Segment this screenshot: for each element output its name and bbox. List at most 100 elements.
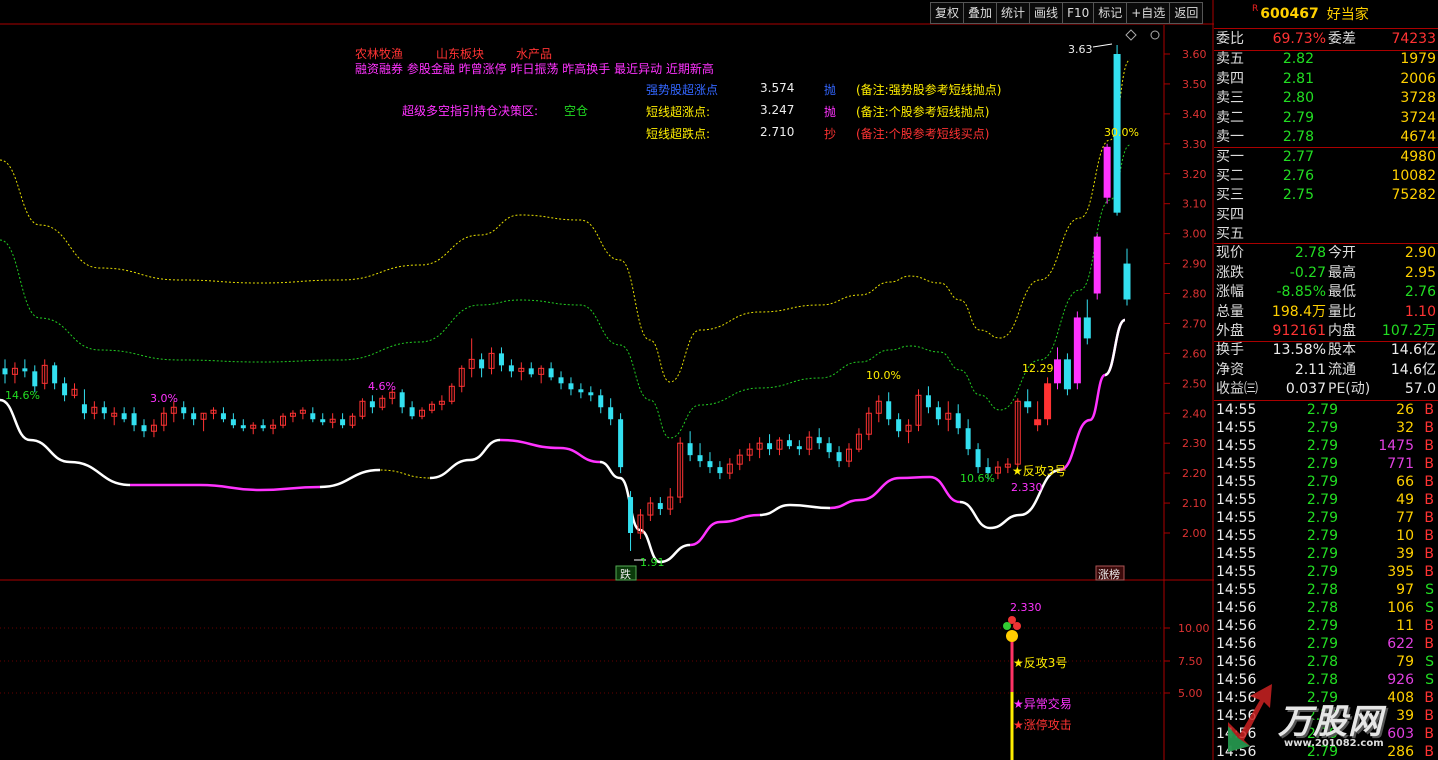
- tick-side: S: [1425, 582, 1434, 598]
- candle: [518, 362, 525, 381]
- fund-label-right: 流通: [1328, 361, 1356, 378]
- bid-row[interactable]: 买四: [1214, 206, 1438, 225]
- candle: [806, 431, 813, 456]
- ask-row[interactable]: 卖一 2.78 4674: [1214, 128, 1438, 147]
- signal-action: 抛: [824, 83, 837, 97]
- tick-side: B: [1424, 492, 1434, 508]
- tick-volume: 10: [1396, 528, 1414, 544]
- toolbar-button-3[interactable]: 画线: [1029, 2, 1063, 24]
- quote-row: 涨幅 -8.85% 最低 2.76: [1214, 283, 1438, 302]
- quote-value-right: 107.2万: [1381, 323, 1436, 339]
- candle: [598, 389, 604, 414]
- circle-icon[interactable]: [1150, 30, 1160, 40]
- candle: [101, 401, 107, 420]
- quote-label-right: 量比: [1328, 303, 1356, 320]
- fund-label-left: 换手: [1216, 342, 1244, 358]
- tick-volume: 395: [1387, 564, 1414, 580]
- signal-label: 短线超跌点:: [646, 127, 711, 141]
- candle: [191, 407, 197, 426]
- tick-price: 2.79: [1306, 546, 1338, 562]
- ask-row[interactable]: 卖二 2.79 3724: [1214, 109, 1438, 128]
- quote-panel: R 600467 好当家 委比 69.73% 委差 74233 卖五 2.82 1979 卖四…: [1214, 0, 1438, 760]
- quote-label-right: 内盘: [1328, 323, 1356, 339]
- bid-row[interactable]: 买二 2.76 10082: [1214, 167, 1438, 186]
- ask-row[interactable]: 卖三 2.80 3728: [1214, 89, 1438, 108]
- kline-chart[interactable]: 3.60 3.50 3.40 3.30 3.20 3.10 3.00 2.90 2.80 2.70…: [0, 0, 1214, 760]
- fund-label-right: PE(动): [1328, 381, 1371, 397]
- quote-value-left: 198.4万: [1271, 303, 1326, 320]
- candle: [667, 488, 674, 516]
- quote-value-right: 1.10: [1404, 303, 1436, 320]
- wb-value: 69.73%: [1272, 31, 1326, 47]
- toolbar-button-1[interactable]: 叠加: [963, 2, 997, 24]
- candle: [1004, 458, 1011, 474]
- high-arrow-icon: [1092, 43, 1113, 48]
- ask-price: 2.81: [1282, 70, 1314, 87]
- candle: [647, 497, 654, 522]
- fund-label-left: 净资: [1216, 361, 1244, 378]
- quote-value-left: -0.27: [1289, 264, 1326, 281]
- tick-price: 2.79: [1306, 474, 1338, 490]
- watermark-brand: 万股网: [1278, 702, 1383, 742]
- axis-tick-label: 2.60: [1182, 347, 1207, 360]
- toolbar-button-4[interactable]: F10: [1062, 2, 1094, 24]
- candle: [359, 398, 366, 420]
- tick-volume: 771: [1387, 456, 1414, 472]
- ask-row[interactable]: 卖五 2.82 1979: [1214, 50, 1438, 69]
- diamond-icon[interactable]: [1125, 29, 1137, 41]
- candle: [508, 359, 514, 378]
- tick-side: B: [1424, 618, 1434, 634]
- toolbar-button-2[interactable]: 统计: [996, 2, 1030, 24]
- strategy-label: 超级多空指引持仓决策区:: [402, 104, 539, 118]
- tick-row: 14:55 2.78 97 S: [1214, 581, 1438, 600]
- tick-row: 14:55 2.79 66 B: [1214, 473, 1438, 492]
- tick-side: B: [1424, 474, 1434, 490]
- candle: [697, 443, 703, 468]
- tick-side: B: [1424, 456, 1434, 472]
- bid-row[interactable]: 买一 2.77 4980: [1214, 148, 1438, 167]
- order-summary-row: 委比 69.73% 委差 74233: [1214, 30, 1438, 49]
- bid-row[interactable]: 买五: [1214, 225, 1438, 244]
- lower-band-segment: [0, 398, 131, 487]
- tick-side: B: [1424, 402, 1434, 418]
- candle: [320, 413, 326, 426]
- quote-label-left: 涨幅: [1216, 284, 1244, 300]
- toolbar-button-7[interactable]: 返回: [1169, 2, 1204, 24]
- ask-row[interactable]: 卖四 2.81 2006: [1214, 70, 1438, 89]
- toolbar-button-0[interactable]: 复权: [930, 2, 964, 24]
- stock-header[interactable]: R 600467 好当家: [1214, 0, 1438, 28]
- candle: [438, 395, 445, 411]
- candle: [369, 395, 375, 414]
- tick-volume: 79: [1396, 654, 1414, 670]
- ask-price: 2.78: [1282, 129, 1314, 145]
- candle: [865, 407, 872, 441]
- tick-side: B: [1424, 438, 1434, 454]
- signal-note: (备注:个股参考短线抛点): [856, 105, 990, 119]
- candle: [141, 419, 147, 438]
- pct-top: 30.0%: [1104, 126, 1139, 139]
- candle: [905, 419, 912, 444]
- ask-volume: 2006: [1400, 70, 1436, 87]
- candle: [618, 413, 624, 474]
- quote-label-right: 今开: [1328, 245, 1356, 261]
- toolbar-button-6[interactable]: +自选: [1126, 2, 1170, 24]
- toolbar-button-5[interactable]: 标记: [1093, 2, 1127, 24]
- candle: [1053, 347, 1061, 390]
- candle: [816, 428, 822, 450]
- quote-row: 总量 198.4万 量比 1.10: [1214, 303, 1438, 322]
- candle: [428, 401, 435, 414]
- tick-price: 2.79: [1306, 402, 1338, 418]
- candle: [945, 401, 952, 432]
- fund-value-right: 14.6亿: [1390, 361, 1436, 378]
- tick-price: 2.78: [1306, 582, 1338, 598]
- bid-row[interactable]: 买三 2.75 75282: [1214, 186, 1438, 205]
- concept-tags: 融资融券 参股金融 昨曾涨停 昨日振荡 昨高换手 最近异动 近期新高: [355, 62, 714, 76]
- candle: [786, 434, 792, 450]
- candle: [965, 419, 971, 456]
- lower-band-segment: [1104, 318, 1126, 377]
- candle: [289, 410, 296, 423]
- candle: [1103, 143, 1111, 204]
- bid-label: 买五: [1216, 225, 1244, 242]
- ask-price: 2.80: [1282, 90, 1314, 106]
- fundamental-row: 净资 2.11 流通 14.6亿: [1214, 361, 1438, 380]
